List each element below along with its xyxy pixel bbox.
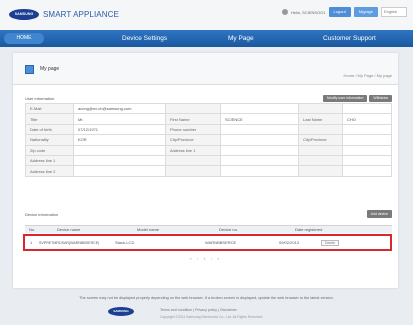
info-label: First Name <box>165 113 221 125</box>
info-label <box>165 154 221 167</box>
info-row: Address line 1 <box>25 154 392 167</box>
page-title: My page <box>40 66 60 72</box>
info-label: Phone number <box>165 123 221 136</box>
info-value <box>342 165 392 177</box>
info-label: Date of birth <box>25 123 74 136</box>
info-label: Address line 2 <box>25 165 74 177</box>
nav-device-settings[interactable]: Device Settings <box>122 30 167 47</box>
column-header-no: No. <box>29 227 36 232</box>
nav-my-page[interactable]: My Page <box>228 30 254 47</box>
info-label: Zip code <box>25 144 74 156</box>
pagination[interactable]: « ‹ 1 › » <box>13 256 398 261</box>
top-bar: SAMSUNG SMART APPLIANCE Hello, SCIENSOO1… <box>0 0 413 30</box>
info-value <box>342 102 392 115</box>
my-page-icon <box>25 65 34 74</box>
info-value <box>220 102 299 115</box>
info-value <box>342 123 392 136</box>
delete-device-button[interactable]: Delete <box>321 239 340 246</box>
info-value: KOR <box>73 134 166 146</box>
info-label: City/Province <box>165 134 221 146</box>
add-device-button[interactable]: Add device <box>366 210 392 218</box>
info-label <box>298 102 343 115</box>
info-label: City/Province <box>298 134 343 146</box>
info-value <box>342 134 392 146</box>
info-label: Nationality <box>25 134 74 146</box>
info-row: Title Mr. First Name SCIENCE Last Name CHO <box>25 113 392 125</box>
info-label: Address line 1 <box>25 154 74 167</box>
info-value <box>342 154 392 167</box>
column-header-date: Date registered <box>295 227 323 232</box>
user-info-table: E-Mail acong@ex.ch@samsung.com Title Mr. Fir… <box>25 102 392 177</box>
browser-notice: The screen may not be displayed properly… <box>79 296 334 300</box>
device-row-highlighted[interactable]: 1 SVPRETMRDSAR(WARNBBSERCE) Stack-LCD WA… <box>23 234 392 251</box>
info-label <box>165 102 221 115</box>
user-info-actions: Modify user information Withdraw <box>323 95 392 102</box>
device-name-cell: SVPRETMRDSAR(WARNBBSERCE) <box>39 240 100 245</box>
user-area: Hello, SCIENSOO1 Logout Mypage English <box>281 6 407 18</box>
info-row: Zip code Address line 1 <box>25 144 392 156</box>
info-label <box>298 154 343 167</box>
info-value <box>73 165 166 177</box>
info-label: E-Mail <box>25 102 74 115</box>
info-label: Last Name <box>298 113 343 125</box>
copyright: Copyright ©2011 Samsung Electronics Co.,… <box>160 315 264 319</box>
column-header-device-no: Device no. <box>219 227 238 232</box>
info-value <box>220 123 299 136</box>
withdraw-button[interactable]: Withdraw <box>369 95 392 102</box>
samsung-logo[interactable]: SAMSUNG <box>9 9 39 20</box>
info-label <box>298 144 343 156</box>
date-registered-cell: 09/02/2013 <box>279 240 300 245</box>
footer-logo: SAMSUNG <box>108 307 134 316</box>
nav-customer-support[interactable]: Customer Support <box>323 30 376 47</box>
model-name-cell: Stack-LCD <box>115 240 135 245</box>
info-value <box>342 144 392 156</box>
page-header: My page Home / My Page / My page <box>13 53 398 85</box>
info-label <box>298 123 343 136</box>
info-row: E-Mail acong@ex.ch@samsung.com <box>25 102 392 115</box>
info-value <box>220 144 299 156</box>
device-no-cell: 1 <box>30 240 33 245</box>
device-info-label: Device information <box>25 212 59 217</box>
info-label <box>298 165 343 177</box>
info-value <box>220 134 299 146</box>
brand-title: SMART APPLIANCE <box>43 10 119 19</box>
info-label: Title <box>25 113 74 125</box>
column-header-model-name: Model name <box>137 227 160 232</box>
user-info-label: User information <box>25 96 55 101</box>
user-icon <box>281 9 288 15</box>
user-greeting: Hello, SCIENSOO1 <box>290 9 326 15</box>
language-select[interactable]: English <box>381 7 407 17</box>
info-value <box>220 154 299 167</box>
info-value: 07/12/1971 <box>73 123 166 136</box>
info-value <box>73 144 166 156</box>
main-nav: HOME Device Settings My Page Customer Su… <box>0 30 413 47</box>
footer-links[interactable]: Terms and condition | Privacy policy | D… <box>160 308 237 312</box>
mypage-button[interactable]: Mypage <box>353 7 378 17</box>
info-label: Address line 1 <box>165 144 221 156</box>
device-number-cell: WARNBBSERCE <box>205 240 237 245</box>
info-value: CHO <box>342 113 392 125</box>
column-header-device-name: Device name <box>57 227 81 232</box>
nav-home-tab[interactable]: HOME <box>4 33 44 44</box>
info-row: Nationality KOR City/Province City/Province <box>25 134 392 146</box>
content-card: My page Home / My Page / My page User in… <box>13 53 398 288</box>
info-value <box>73 154 166 167</box>
info-value: SCIENCE <box>220 113 299 125</box>
breadcrumb[interactable]: Home / My Page / My page <box>344 73 392 78</box>
info-value <box>220 165 299 177</box>
modify-user-button[interactable]: Modify user information <box>323 95 368 102</box>
info-row: Address line 2 <box>25 165 392 177</box>
info-row: Date of birth 07/12/1971 Phone number <box>25 123 392 136</box>
info-label <box>165 165 221 177</box>
info-value: Mr. <box>73 113 166 125</box>
info-value: acong@ex.ch@samsung.com <box>73 102 166 115</box>
logout-button[interactable]: Logout <box>328 7 351 17</box>
device-table-header: No. Device name Model name Device no. Da… <box>25 225 392 233</box>
